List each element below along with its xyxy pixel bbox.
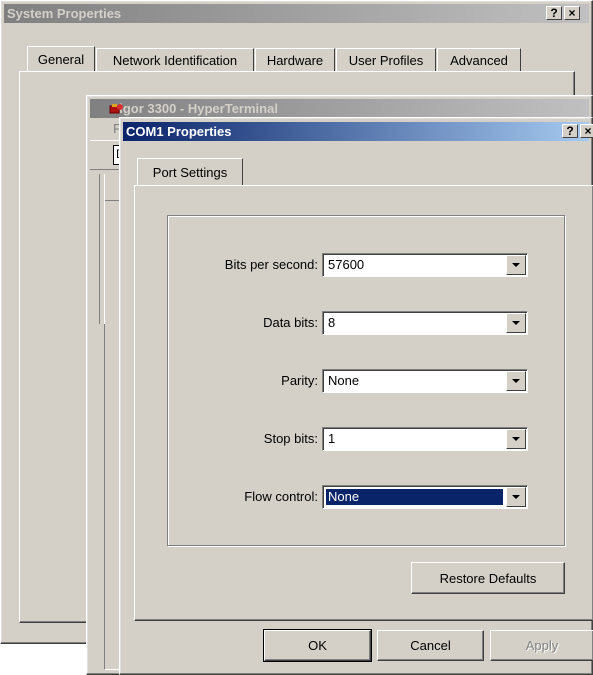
tab-advanced-label: Advanced bbox=[450, 52, 508, 68]
data-bits-label: Data bits: bbox=[263, 315, 318, 330]
stop-bits-select[interactable]: 1 bbox=[322, 427, 528, 451]
bits-per-second-label: Bits per second: bbox=[224, 257, 318, 272]
ok-button[interactable]: OK bbox=[263, 629, 372, 662]
com1-properties-dialog: COM1 Properties ? × Port Settings Bits p… bbox=[119, 117, 593, 675]
help-button[interactable]: ? bbox=[546, 6, 562, 20]
ok-label: OK bbox=[308, 638, 327, 653]
cancel-label: Cancel bbox=[410, 638, 451, 653]
tab-general-label: General bbox=[37, 52, 85, 67]
com1-help-icon: ? bbox=[566, 124, 574, 138]
hyperterminal-titlebar[interactable]: vigor 3300 - HyperTerminal bbox=[90, 99, 589, 118]
chevron-down-icon[interactable] bbox=[506, 313, 526, 333]
tab-network-identification-label: Network Identification bbox=[112, 52, 238, 68]
hyperterminal-app-icon bbox=[109, 102, 124, 116]
data-bits-select[interactable]: 8 bbox=[322, 311, 528, 335]
cancel-button[interactable]: Cancel bbox=[377, 630, 484, 661]
com1-close-icon: × bbox=[584, 124, 592, 138]
parity-label: Parity: bbox=[281, 373, 318, 388]
flow-control-value: None bbox=[325, 488, 504, 506]
close-button[interactable]: × bbox=[564, 6, 580, 20]
apply-button[interactable]: Apply bbox=[490, 630, 593, 661]
tab-network-identification[interactable]: Network Identification bbox=[96, 48, 254, 71]
bits-per-second-value: 57600 bbox=[328, 257, 365, 272]
com1-properties-titlebar[interactable]: COM1 Properties bbox=[123, 122, 589, 141]
tab-port-settings-label: Port Settings bbox=[152, 165, 228, 180]
data-bits-value: 8 bbox=[328, 315, 336, 330]
flow-control-select[interactable]: None bbox=[322, 485, 528, 509]
hyperterminal-title: vigor 3300 - HyperTerminal bbox=[112, 101, 278, 116]
chevron-down-icon[interactable] bbox=[506, 371, 526, 391]
tab-hardware-label: Hardware bbox=[266, 52, 324, 68]
com1-help-button[interactable]: ? bbox=[562, 124, 578, 138]
stop-bits-label: Stop bits: bbox=[263, 431, 318, 446]
com1-close-button[interactable]: × bbox=[580, 124, 593, 138]
system-properties-title: System Properties bbox=[7, 6, 122, 21]
tab-user-profiles-label: User Profiles bbox=[348, 52, 424, 68]
stop-bits-value: 1 bbox=[328, 431, 336, 446]
restore-defaults-label: Restore Defaults bbox=[439, 570, 537, 586]
help-icon: ? bbox=[550, 6, 558, 20]
bits-per-second-select[interactable]: 57600 bbox=[322, 253, 528, 277]
tab-hardware[interactable]: Hardware bbox=[255, 48, 335, 71]
parity-value: None bbox=[328, 373, 360, 388]
parity-select[interactable]: None bbox=[322, 369, 528, 393]
tab-advanced[interactable]: Advanced bbox=[437, 48, 521, 71]
chevron-down-icon[interactable] bbox=[506, 255, 526, 275]
terminal-edge-line bbox=[99, 174, 105, 324]
apply-label: Apply bbox=[525, 638, 559, 653]
system-properties-titlebar[interactable]: System Properties bbox=[4, 4, 589, 23]
chevron-down-icon[interactable] bbox=[506, 429, 526, 449]
flow-control-label: Flow control: bbox=[244, 489, 318, 504]
close-icon: × bbox=[568, 6, 576, 20]
restore-defaults-button[interactable]: Restore Defaults bbox=[411, 562, 565, 594]
chevron-down-icon[interactable] bbox=[506, 487, 526, 507]
tab-user-profiles[interactable]: User Profiles bbox=[336, 48, 436, 71]
com1-properties-title: COM1 Properties bbox=[126, 124, 232, 139]
tab-general[interactable]: General bbox=[27, 46, 95, 72]
tab-port-settings[interactable]: Port Settings bbox=[137, 158, 243, 186]
